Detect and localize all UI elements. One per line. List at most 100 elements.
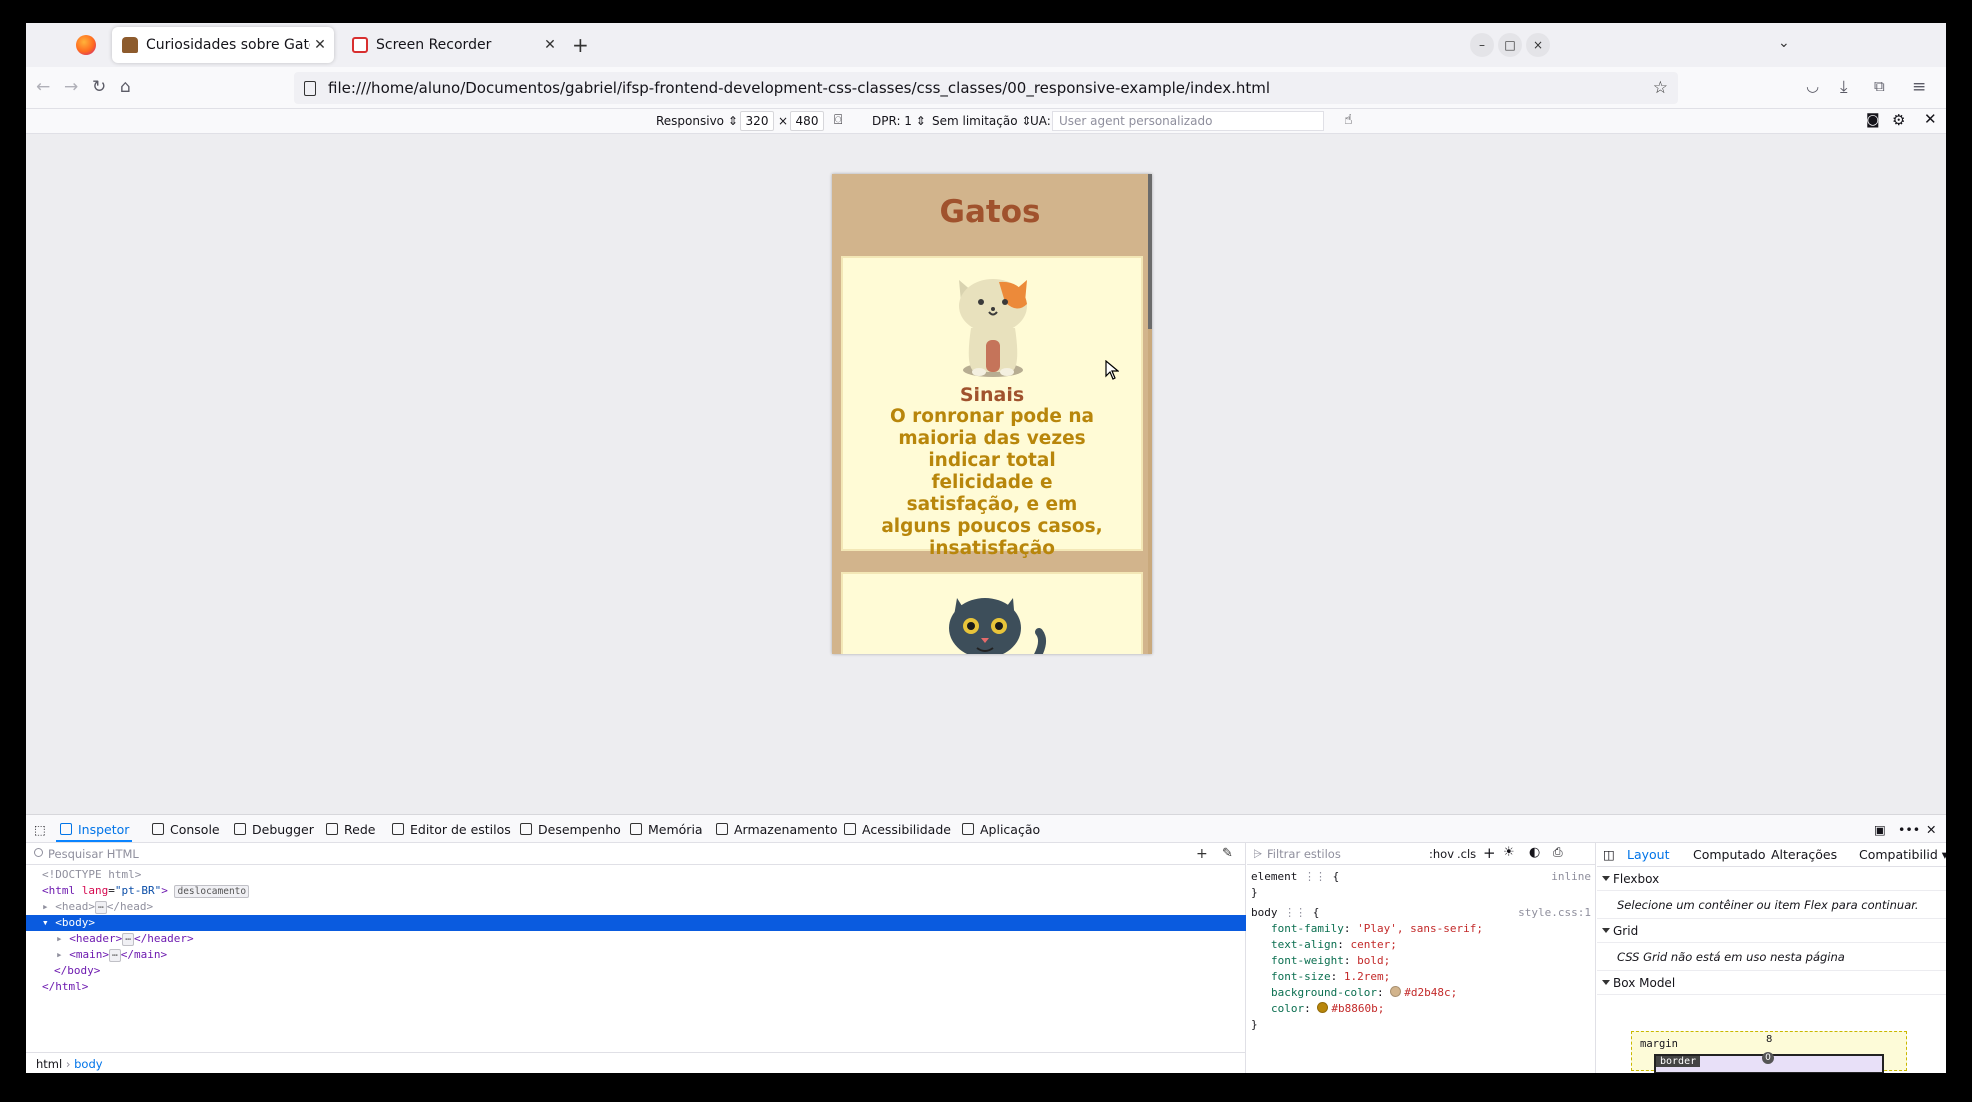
close-tab-button[interactable]: ✕ [540,37,560,53]
viewport-width-input[interactable]: 320 [740,111,774,131]
dock-icon[interactable]: ▣ [1874,822,1886,837]
minimize-icon[interactable]: – [1470,33,1494,57]
list-all-tabs-icon[interactable]: ⌄ [1778,35,1790,51]
rotate-icon[interactable]: ⌼ [834,112,842,128]
expand-icon[interactable]: ▸ [56,932,69,945]
scroll-badge[interactable]: deslocamento [174,885,250,898]
tab-inspetor[interactable]: Inspetor [60,822,129,837]
body-line-selected[interactable]: ▾ <body> [26,915,1246,931]
color-swatch[interactable] [1390,986,1402,997]
tab-rede[interactable]: Rede [326,822,375,837]
extensions-icon[interactable]: ⧉ [1874,77,1885,95]
forward-icon[interactable]: → [64,77,78,97]
border-top-value[interactable]: 0 [1762,1052,1774,1064]
filter-styles-input[interactable]: ⩥ Filtrar estilos [1247,843,1596,865]
box-model-diagram[interactable]: margin 8 border 0 [1631,1031,1907,1073]
reload-icon[interactable]: ↻ [92,77,106,97]
close-devtools-icon[interactable]: ✕ [1926,822,1936,837]
header-line[interactable]: ▸ <header> ⋯ </header> [26,931,1246,947]
rule-source[interactable]: inline [1551,869,1591,885]
tab-editor-estilos[interactable]: Editor de estilos [392,822,511,837]
tab-alteracoes[interactable]: Alterações [1771,847,1837,862]
tab-aplicacao[interactable]: Aplicação [962,822,1040,837]
settings-gear-icon[interactable]: ⚙ [1892,111,1905,129]
touch-simulation-icon[interactable]: ☝ [1344,112,1353,128]
html-close-line[interactable]: </html> [26,979,1246,995]
add-node-icon[interactable]: + [1196,846,1208,862]
more-options-icon[interactable]: ••• [1898,822,1920,837]
viewport-height-input[interactable]: 480 [790,111,824,131]
body-close-line[interactable]: </body> [26,963,1246,979]
cls-toggle[interactable]: .cls [1457,847,1476,861]
home-icon[interactable]: ⌂ [120,77,131,97]
maximize-icon[interactable]: □ [1498,33,1522,57]
tab-computado[interactable]: Computado [1693,847,1766,862]
rule-source-link[interactable]: style.css:1 [1518,905,1591,921]
bookmark-star-icon[interactable]: ☆ [1653,78,1668,98]
declaration[interactable]: font-size: 1.2rem; [1271,969,1390,985]
pocket-icon[interactable]: ◡ [1806,77,1819,95]
eyedropper-icon[interactable]: ✎ [1222,846,1233,861]
ellipsis-badge[interactable]: ⋯ [95,901,107,914]
html-line[interactable]: <html lang="pt-BR"> deslocamento [26,883,1246,899]
url-bar[interactable]: file:///home/aluno/Documentos/gabriel/if… [294,72,1678,104]
close-rdm-icon[interactable]: ✕ [1924,110,1937,128]
downloads-icon[interactable]: ⤓ [1840,77,1848,97]
declaration[interactable]: font-weight: bold; [1271,953,1390,969]
hov-toggle[interactable]: :hov [1429,847,1454,861]
collapse-icon[interactable]: ▾ [42,916,55,929]
breadcrumb-html[interactable]: html [36,1057,62,1071]
user-agent-input[interactable]: User agent personalizado [1052,111,1324,131]
declaration[interactable]: background-color: #d2b48c; [1271,985,1457,1001]
tab-screen-recorder[interactable]: Screen Recorder ✕ [342,27,564,63]
color-swatch[interactable] [1317,1002,1329,1013]
ellipsis-badge[interactable]: ⋯ [109,949,121,962]
pick-element-icon[interactable]: ⬚ [34,822,46,837]
doctype-line[interactable]: <!DOCTYPE html> [26,867,1246,883]
dark-scheme-icon[interactable]: ◐ [1529,845,1540,860]
light-scheme-icon[interactable]: ☀ [1503,845,1515,860]
tab-debugger[interactable]: Debugger [234,822,314,837]
breadcrumb-body[interactable]: body [74,1057,102,1071]
tab-armazenamento[interactable]: Armazenamento [716,822,837,837]
element-rule-selector[interactable]: element ⋮⋮ { [1251,869,1339,885]
sidebar-toggle-icon[interactable]: ◫ [1603,847,1615,862]
close-tab-button[interactable]: ✕ [310,37,330,53]
expand-icon[interactable]: ▸ [56,948,69,961]
url-text[interactable]: file:///home/aluno/Documentos/gabriel/if… [328,79,1653,97]
html-search-input[interactable]: Pesquisar HTML [26,843,1246,865]
body-rule-selector[interactable]: body ⋮⋮ { [1251,905,1319,921]
add-rule-icon[interactable]: + [1483,844,1496,862]
declaration[interactable]: font-family: 'Play', sans-serif; [1271,921,1483,937]
device-selector[interactable]: Responsivo ⇕ [656,114,738,128]
prop-name: background-color [1271,986,1377,999]
grid-section-header[interactable]: Grid [1597,919,1946,943]
firefox-logo-icon[interactable] [76,35,96,55]
tab-desempenho[interactable]: Desempenho [520,822,621,837]
ellipsis-badge[interactable]: ⋯ [122,933,134,946]
device-viewport[interactable]: Gatos Sinais O ronronar pode na maioria … [832,174,1152,654]
head-line[interactable]: ▸ <head> ⋯ </head> [26,899,1246,915]
main-line[interactable]: ▸ <main> ⋯ </main> [26,947,1246,963]
tab-compatibilidade[interactable]: Compatibilid ▾ [1859,847,1946,862]
close-window-icon[interactable]: × [1526,33,1550,57]
back-icon[interactable]: ← [36,77,50,97]
new-tab-icon[interactable]: + [572,33,589,57]
tab-acessibilidade[interactable]: Acessibilidade [844,822,951,837]
dpr-selector[interactable]: DPR: 1 ⇕ [872,114,926,128]
tab-layout[interactable]: Layout [1627,847,1670,862]
expand-icon[interactable]: ▸ [42,900,55,913]
screenshot-icon[interactable]: ◙ [1866,112,1880,128]
menu-icon[interactable]: ≡ [1912,77,1926,97]
tab-curiosidades[interactable]: Curiosidades sobre Gatos ✕ [112,27,334,63]
flexbox-section-header[interactable]: Flexbox [1597,867,1946,891]
declaration[interactable]: color: #b8860b; [1271,1001,1384,1017]
tab-console[interactable]: Console [152,822,220,837]
throttle-selector[interactable]: Sem limitação ⇕ [932,114,1031,128]
page-scrollbar-thumb[interactable] [1148,174,1152,329]
margin-top-value[interactable]: 8 [1766,1034,1772,1045]
declaration[interactable]: text-align: center; [1271,937,1397,953]
tab-memoria[interactable]: Memória [630,822,703,837]
boxmodel-section-header[interactable]: Box Model [1597,971,1946,995]
print-simulation-icon[interactable]: ⎙ [1553,845,1563,860]
